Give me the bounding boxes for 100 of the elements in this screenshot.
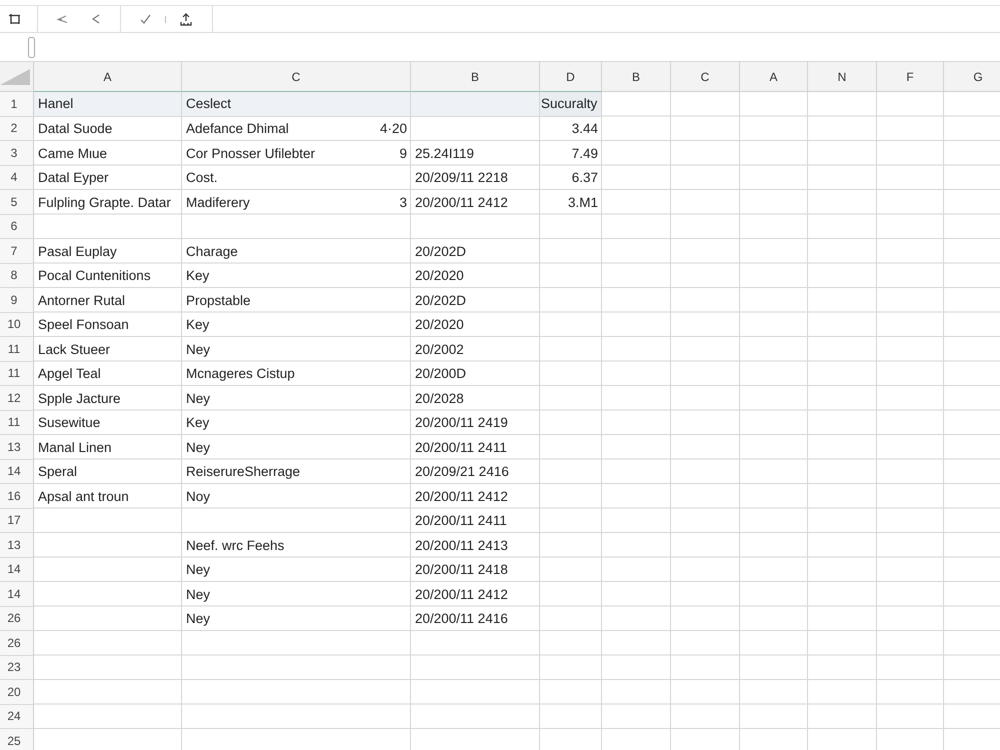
row-number[interactable]: 14	[0, 558, 34, 582]
table-cell-text: Speral	[37, 463, 78, 482]
column-header[interactable]: A	[740, 62, 808, 92]
row-number[interactable]: 23	[0, 656, 34, 680]
row-number[interactable]: 13	[0, 435, 34, 460]
row-number[interactable]: 3	[0, 141, 34, 166]
row-number[interactable]: 24	[0, 704, 34, 729]
table-cell-text: Susewitue	[37, 414, 102, 432]
table-cell-text: Fulpling Grapte. Datar	[37, 194, 172, 212]
cell-text: Madiferery	[186, 194, 250, 210]
header-cell: Hanel	[34, 92, 182, 116]
check-icon[interactable]	[140, 14, 151, 24]
table-cell-text: 20/200/11 2411	[414, 512, 508, 530]
table-cell-text: 20/200/11 2412	[414, 586, 509, 604]
row-number[interactable]: 10	[0, 312, 34, 337]
table-cell-text: 20/2020	[414, 316, 465, 334]
row-number[interactable]: 11	[0, 337, 34, 362]
table-cell-text: Ney	[185, 340, 212, 359]
table-cell-text: Came Mιue	[37, 144, 108, 163]
table-cell-text: 20/200/11 2411	[414, 438, 508, 457]
row-number[interactable]: 6	[0, 214, 34, 239]
table-cell-text: 20/2002	[414, 340, 465, 359]
cell-text: Cor Pnosser Ufilebter	[186, 146, 316, 161]
table-cell-text: 25.24I119	[414, 144, 476, 163]
table-cell-text: 3.M1	[566, 194, 599, 212]
column-header[interactable]: G	[944, 62, 1000, 92]
table-cell-text: 20/202D	[414, 242, 468, 261]
table-cell-text: Apsal ant troun	[37, 488, 130, 506]
cell-number: 9	[399, 146, 407, 161]
table-cell-text: Speel Fonsoan	[37, 316, 130, 334]
column-header[interactable]: C	[671, 62, 740, 92]
row-number[interactable]: 2	[0, 116, 34, 141]
row-number[interactable]: 11	[0, 410, 34, 435]
row-number[interactable]: 26	[0, 631, 34, 656]
table-cell-text: 20/200/11 2418	[414, 561, 509, 580]
column-header[interactable]: B	[411, 62, 540, 92]
cell-number: 3	[399, 194, 407, 210]
column-header[interactable]: N	[808, 62, 877, 92]
upload-icon[interactable]	[180, 12, 192, 26]
angle-left-icon[interactable]	[56, 14, 68, 24]
column-header[interactable]: C	[182, 62, 411, 92]
angle-left-icon[interactable]	[92, 14, 100, 24]
table-cell-text: ReiserureSherrage	[185, 463, 302, 482]
row-number[interactable]: 17	[0, 508, 34, 533]
row-number[interactable]: 4	[0, 166, 34, 190]
table-cell-text: 20/200/11 2412	[414, 488, 509, 506]
table-cell-text: Datal Eyper	[37, 169, 110, 188]
table-cell-text: 20/200/11 2413	[414, 536, 509, 555]
row-number[interactable]: 9	[0, 288, 34, 312]
row-number[interactable]: 12	[0, 386, 34, 410]
row-number[interactable]: 8	[0, 264, 34, 288]
table-cell-text: 20/200/11 2412	[414, 194, 509, 212]
table-cell-text: 20/209/11 2218	[414, 169, 509, 188]
table-cell-text: Mcnageres Cistup	[185, 365, 296, 384]
row-number[interactable]: 14	[0, 582, 34, 606]
text-cursor-icon	[28, 36, 35, 58]
column-header[interactable]: F	[877, 62, 944, 92]
header-cell: Sucuralty	[540, 92, 602, 116]
row-number[interactable]: 16	[0, 484, 34, 508]
table-cell-text: Neef. wrc Feehs	[185, 536, 286, 555]
table-cell-text: Charage	[185, 242, 239, 261]
cell-text: Adefance Dhimal	[186, 121, 289, 136]
row-number[interactable]: 1	[0, 92, 34, 116]
table-cell-text: Cost.	[185, 169, 219, 188]
row-number[interactable]: 5	[0, 190, 34, 214]
row-number[interactable]: 25	[0, 729, 34, 750]
table-cell-text: 20/2020	[414, 267, 465, 286]
table-cell-text: 6.37	[570, 169, 599, 188]
table-cell-text: Ney	[185, 561, 212, 580]
row-number[interactable]: 7	[0, 239, 34, 264]
table-cell-text: Ney	[185, 390, 212, 408]
row-number[interactable]: 13	[0, 533, 34, 558]
row-number[interactable]: 14	[0, 460, 34, 484]
row-number[interactable]: 20	[0, 680, 34, 704]
table-cell-text: Noy	[185, 488, 212, 506]
table-cell-text: Antorner Rutal	[37, 292, 126, 310]
row-number[interactable]: 26	[0, 606, 34, 631]
column-header[interactable]: B	[602, 62, 671, 92]
table-cell-text: 20/200D	[414, 365, 468, 384]
table-cell-text: Apgel Teal	[37, 365, 102, 384]
table-cell-text: Key	[185, 316, 210, 334]
table-cell-text: Ney	[185, 586, 212, 604]
table-cell-text: 3.44	[570, 120, 599, 138]
table-cell-text: Ney	[185, 610, 212, 628]
header-cell: Ceslect	[182, 92, 411, 116]
row-number[interactable]: 11	[0, 362, 34, 386]
table-cell-text: Propstable	[185, 292, 252, 310]
table-cell-text: 7.49	[570, 144, 599, 163]
table-cell-text: Key	[185, 267, 210, 286]
column-header[interactable]: A	[34, 62, 182, 92]
table-cell-text: 20/202D	[414, 292, 468, 310]
cell-number: 4·20	[380, 121, 407, 136]
table-cell-text: Spple Jacture	[37, 390, 122, 408]
table-cell-text: Ney	[185, 438, 212, 457]
table-cell-text: Lack Stueer	[37, 340, 112, 359]
table-cell-text: Key	[185, 414, 210, 432]
column-header[interactable]: D	[540, 62, 602, 92]
corner-cell[interactable]	[0, 62, 34, 92]
table-cell-text: 20/200/11 2416	[414, 610, 509, 628]
table-cell-text: 20/2028	[414, 390, 465, 408]
